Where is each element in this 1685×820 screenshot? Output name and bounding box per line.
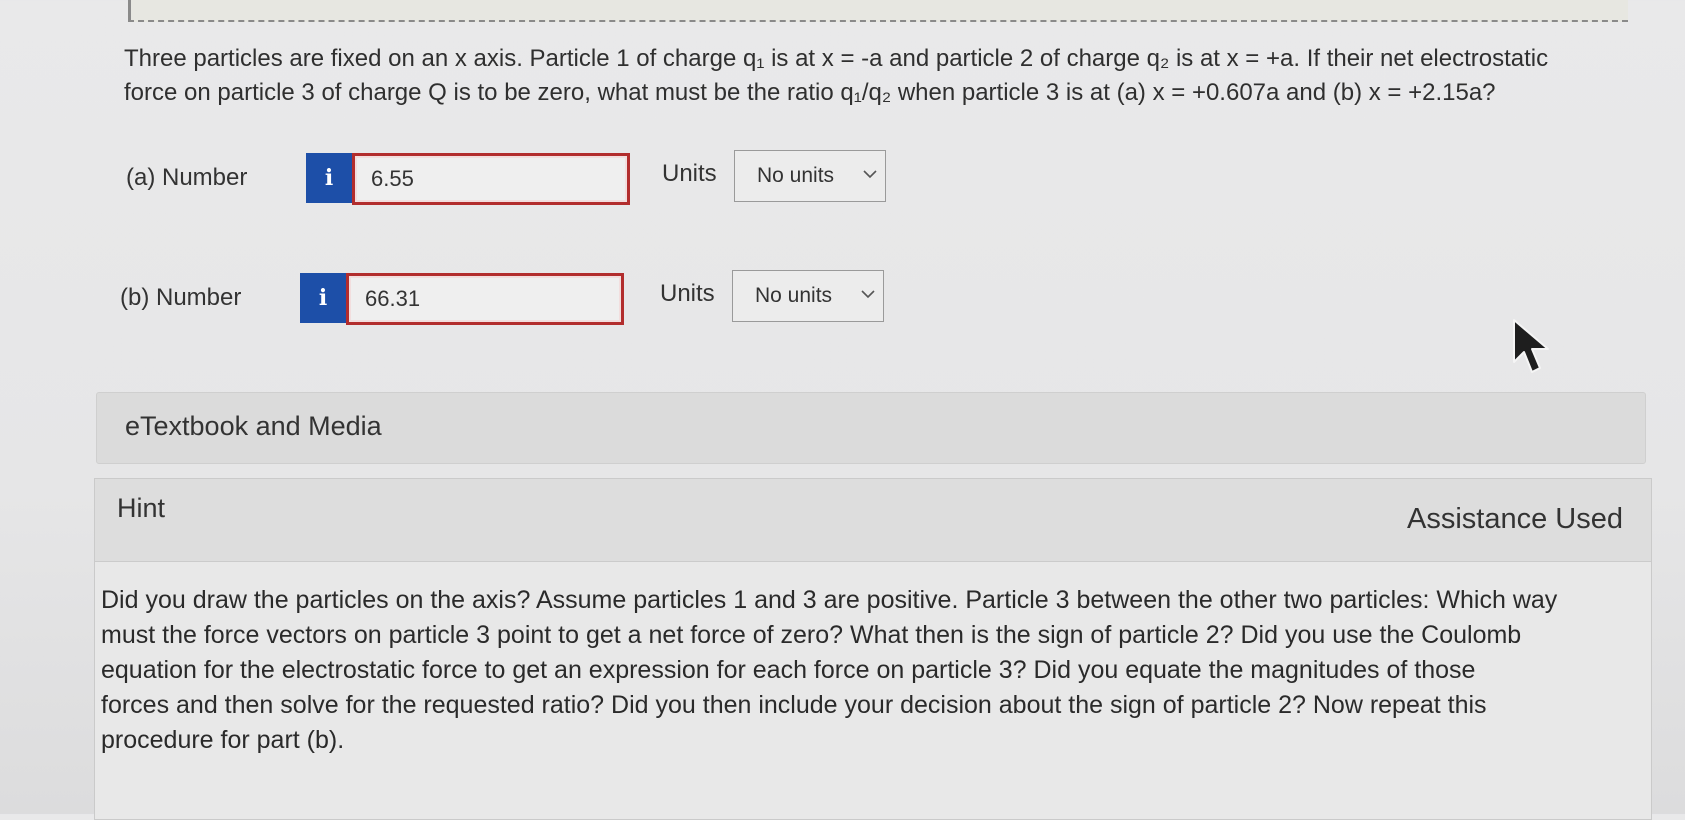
part-a-label: (a) Number (126, 164, 248, 191)
hint-header[interactable]: Hint Assistance Used (95, 479, 1651, 562)
part-a-row: (a) Number i 6.55 Units No units (0, 150, 1685, 206)
assistance-used-label: Assistance Used (1407, 503, 1623, 535)
hint-line: forces and then solve for the requested … (101, 691, 1487, 719)
etextbook-media-toggle[interactable]: eTextbook and Media (96, 392, 1646, 464)
part-a-units-label: Units (662, 160, 717, 187)
top-dashed-divider (128, 0, 1628, 22)
part-a-units-value: No units (757, 164, 835, 187)
chevron-down-icon (863, 166, 877, 182)
hint-line: equation for the electrostatic force to … (101, 656, 1476, 684)
hint-title: Hint (117, 493, 166, 523)
hint-line: procedure for part (b). (101, 726, 345, 754)
question-line-2: force on particle 3 of charge Q is to be… (124, 79, 1496, 106)
etextbook-label: eTextbook and Media (125, 411, 382, 441)
part-b-units-label: Units (660, 280, 715, 307)
hint-line: Did you draw the particles on the axis? … (101, 586, 1558, 614)
info-icon[interactable]: i (306, 153, 352, 203)
question-text: Three particles are fixed on an x axis. … (124, 42, 1594, 110)
part-b-label: (b) Number (120, 284, 242, 311)
question-line-1: Three particles are fixed on an x axis. … (124, 45, 1549, 72)
part-b-units-value: No units (755, 284, 833, 307)
chevron-down-icon (861, 286, 875, 302)
mouse-pointer-icon (1513, 319, 1549, 373)
part-b-number-input[interactable]: 66.31 (346, 273, 624, 325)
hint-body: Did you draw the particles on the axis? … (101, 583, 1621, 758)
info-icon[interactable]: i (300, 273, 346, 323)
part-b-row: (b) Number i 66.31 Units No units (0, 270, 1685, 326)
hint-panel: Hint Assistance Used Did you draw the pa… (94, 478, 1652, 820)
part-b-units-select[interactable]: No units (732, 270, 884, 322)
part-a-units-select[interactable]: No units (734, 150, 886, 202)
part-a-number-input[interactable]: 6.55 (352, 153, 630, 205)
hint-line: must the force vectors on particle 3 poi… (101, 621, 1522, 649)
